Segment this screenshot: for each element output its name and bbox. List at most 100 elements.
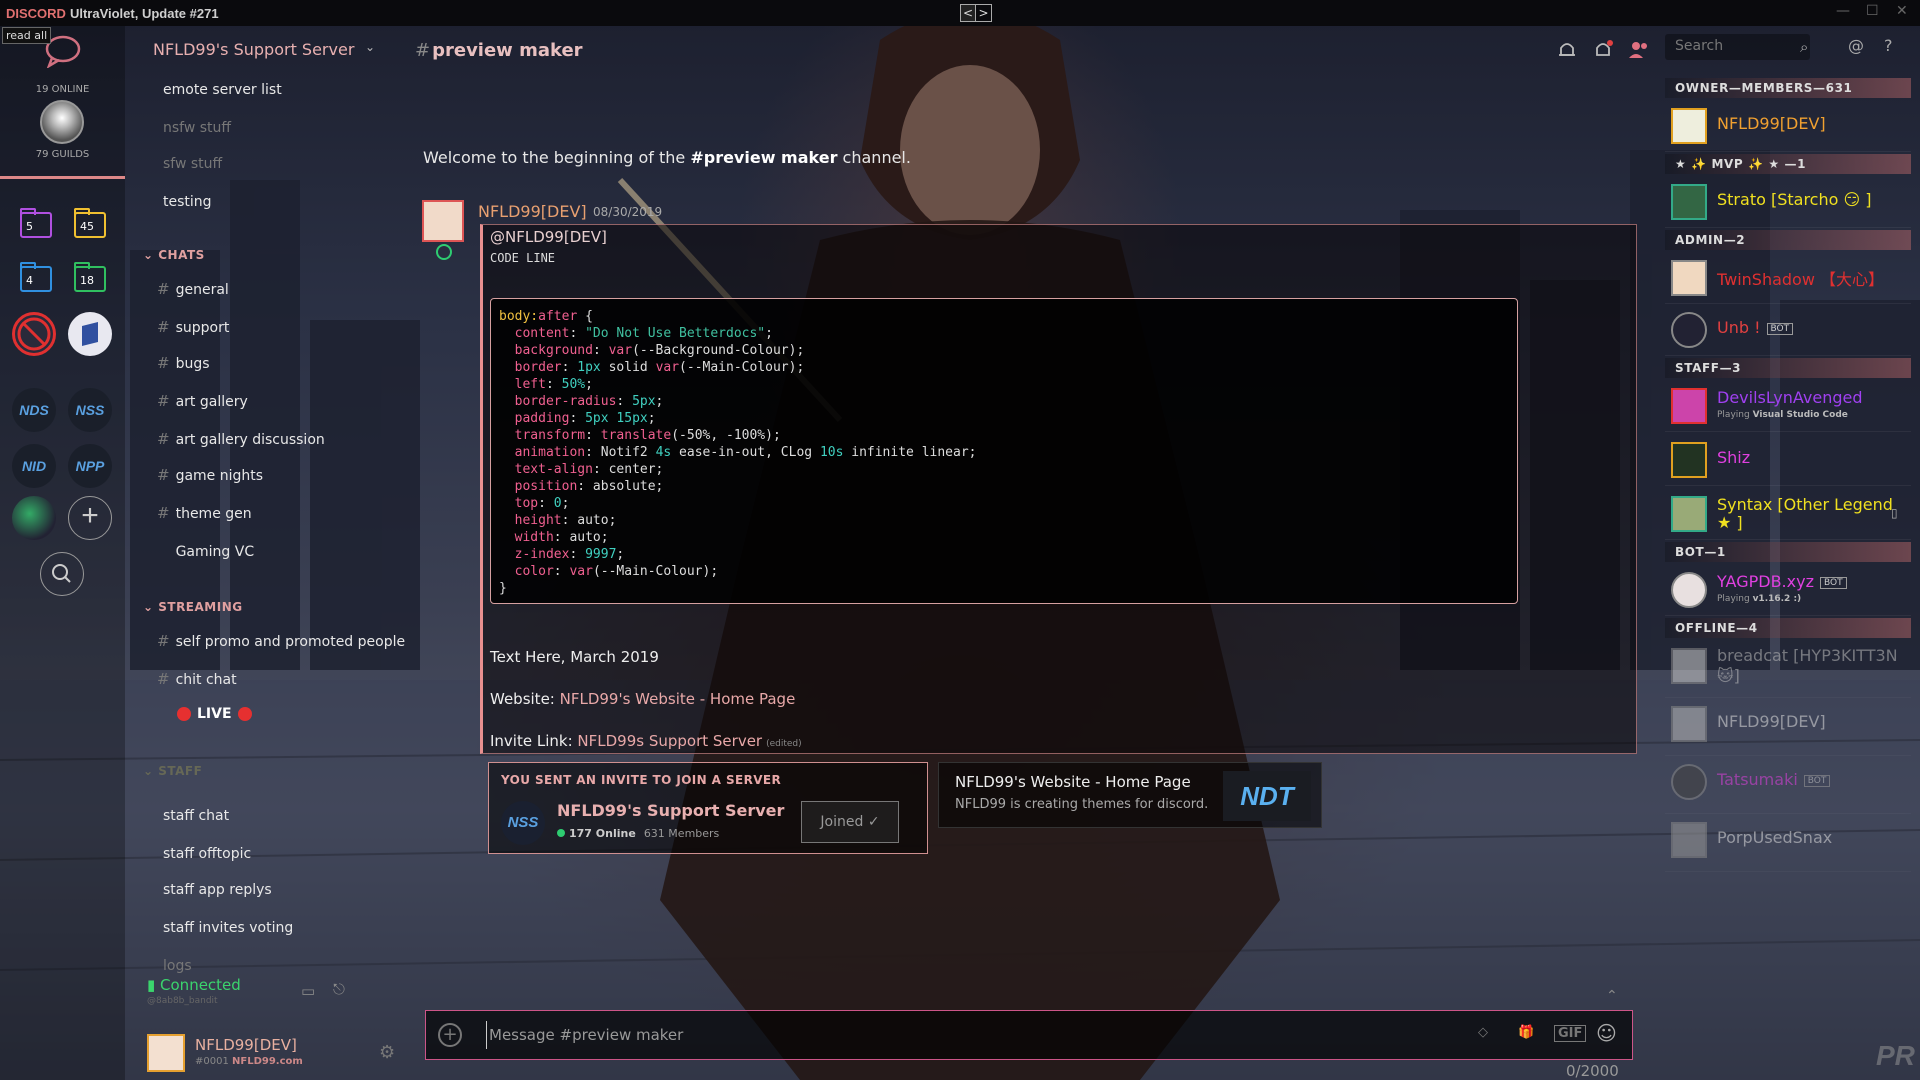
channel-logs[interactable]: logs (157, 956, 192, 974)
add-server-button[interactable]: + (68, 496, 112, 540)
devtools-toggle-button[interactable]: < > (960, 4, 992, 22)
invite-link[interactable]: NFLD99s Support Server (577, 732, 762, 750)
search-input[interactable]: Search (1665, 34, 1810, 60)
guild-folder-purple[interactable]: 5 (20, 208, 52, 238)
guild-icon-globe[interactable] (12, 496, 56, 540)
channel-staff-chat[interactable]: staff chat (157, 806, 229, 824)
member-category-admin: ADMIN—2 (1665, 230, 1911, 250)
category-streaming[interactable]: ⌄ STREAMING (143, 600, 243, 614)
joined-button[interactable]: Joined ✓ (801, 801, 899, 843)
channel-chit-chat[interactable]: # chit chat (157, 670, 237, 688)
guild-icon-nid[interactable]: NID (12, 444, 56, 488)
channel-staff-invites-voting[interactable]: staff invites voting (157, 918, 293, 936)
member-category-offline: OFFLINE—4 (1665, 618, 1911, 638)
member-avatar (1671, 108, 1707, 144)
mentions-icon[interactable] (1591, 38, 1615, 62)
channel-art-gallery-discussion[interactable]: # art gallery discussion (157, 430, 325, 448)
member-admin[interactable]: TwinShadow 【大心】 (1665, 252, 1911, 304)
embed-description: NFLD99 is creating themes for discord. (955, 797, 1209, 812)
inline-code: CODE LINE (490, 251, 556, 265)
gif-button[interactable]: GIF (1554, 1025, 1587, 1042)
member-offline-bot[interactable]: Tatsumaki BOT (1665, 756, 1911, 814)
close-icon[interactable]: ✕ (1896, 3, 1908, 19)
guild-icon-nss[interactable]: NSS (68, 388, 112, 432)
sticker-icon[interactable]: ◇ (1478, 1025, 1488, 1040)
live-dot-icon (237, 707, 252, 721)
voice-channel-gaming-vc[interactable]: #Gaming VC (157, 542, 255, 560)
category-staff[interactable]: ⌄ STAFF (143, 764, 202, 778)
channel-emote-server-list[interactable]: emote server list (157, 80, 282, 98)
member-staff[interactable]: Syntax [Other Legend ★ ] ▯ (1665, 488, 1911, 540)
guild-icon-npp[interactable]: NPP (68, 444, 112, 488)
website-link[interactable]: NFLD99's Website - Home Page (560, 690, 796, 708)
channel-sfw-stuff[interactable]: sfw stuff (157, 154, 222, 172)
guild-icon-nds[interactable]: NDS (12, 388, 56, 432)
live-indicator[interactable]: LIVE (177, 706, 252, 722)
gift-icon[interactable]: 🎁 (1518, 1025, 1534, 1040)
notification-bell-icon[interactable] (1555, 38, 1579, 62)
server-name-header[interactable]: NFLD99's Support Server ⌄ (153, 40, 375, 59)
chevron-up-icon[interactable]: ⌃ (1606, 988, 1618, 1004)
member-name: TwinShadow 【大心】 (1717, 270, 1885, 289)
upload-plus-icon[interactable]: + (438, 1023, 462, 1047)
guild-folder-green[interactable]: 18 (74, 262, 106, 292)
server-discovery-button[interactable] (40, 552, 84, 596)
read-all-button[interactable]: read all (2, 27, 52, 44)
disconnect-icon[interactable]: ⎋ (333, 980, 345, 998)
embed-title[interactable]: NFLD99's Website - Home Page (955, 773, 1191, 791)
member-avatar (1671, 442, 1707, 478)
member-list-icon[interactable] (1627, 38, 1651, 62)
member-avatar (1671, 706, 1707, 742)
watermark-logo: PR (1876, 1040, 1915, 1071)
guild-icon-3d[interactable] (68, 312, 112, 356)
at-icon[interactable]: @ (1848, 36, 1864, 55)
message-author-name[interactable]: NFLD99[DEV] (478, 202, 587, 221)
user-avatar[interactable] (40, 100, 84, 144)
channel-general[interactable]: # general (157, 280, 229, 298)
link-embed: NFLD99's Website - Home Page NFLD99 is c… (938, 762, 1322, 828)
channel-staff-offtopic[interactable]: staff offtopic (157, 844, 251, 862)
member-admin-bot[interactable]: Unb ! BOT (1665, 304, 1911, 356)
message-composer: + ◇ 🎁 GIF ☺ (425, 1010, 1633, 1060)
member-offline[interactable]: breadcat [HYP3KITT3N 🐱] (1665, 640, 1911, 698)
channel-nsfw-stuff[interactable]: nsfw stuff (157, 118, 231, 136)
message-author-avatar[interactable] (422, 200, 464, 242)
message-mention[interactable]: @NFLD99[DEV] (490, 228, 607, 246)
member-offline[interactable]: NFLD99[DEV] (1665, 698, 1911, 756)
channel-testing[interactable]: testing (157, 192, 212, 210)
emoji-icon[interactable]: ☺ (1596, 1021, 1617, 1045)
channel-bugs[interactable]: # bugs (157, 354, 210, 372)
message-input[interactable] (486, 1021, 1386, 1049)
settings-gear-icon[interactable]: ⚙ (379, 1042, 395, 1063)
guild-folder-blue[interactable]: 4 (20, 262, 52, 292)
member-staff[interactable]: Shiz (1665, 434, 1911, 486)
guild-count: 79 GUILDS (35, 149, 90, 160)
guild-icon-blocked[interactable] (12, 312, 56, 356)
channel-game-nights[interactable]: # game nights (157, 466, 263, 484)
channel-self-promo[interactable]: # self promo and promoted people (157, 632, 405, 650)
member-bot[interactable]: YAGPDB.xyz BOT Playing v1.16.2 :) (1665, 564, 1911, 616)
member-offline[interactable]: PorpUsedSnax (1665, 814, 1911, 872)
member-category-staff: STAFF—3 (1665, 358, 1911, 378)
channel-staff-app-replys[interactable]: staff app replys (157, 880, 272, 898)
member-staff[interactable]: DevilsLynAvenged Playing Visual Studio C… (1665, 380, 1911, 432)
screen-share-icon[interactable]: ▭ (301, 982, 315, 1000)
guild-folder-yellow[interactable]: 45 (74, 208, 106, 238)
channel-support[interactable]: # support (157, 318, 229, 336)
channel-theme-gen[interactable]: # theme gen (157, 504, 252, 522)
channel-sidebar: NFLD99's Support Server ⌄ emote server li… (125, 26, 415, 1080)
minimize-icon[interactable]: — (1836, 3, 1850, 19)
chevron-down-icon: ⌄ (365, 40, 376, 54)
member-avatar (1671, 184, 1707, 220)
member-owner[interactable]: NFLD99[DEV] (1665, 100, 1911, 152)
embed-logo: NDT (1223, 771, 1311, 821)
member-mvp[interactable]: Strato [Starcho 😏 ] (1665, 176, 1911, 228)
help-icon[interactable]: ? (1884, 36, 1893, 55)
channel-art-gallery[interactable]: # art gallery (157, 392, 248, 410)
category-chats[interactable]: ⌄ CHATS (143, 248, 205, 262)
user-panel-avatar[interactable] (147, 1034, 185, 1072)
search-icon (52, 564, 71, 583)
voice-connected-status[interactable]: ▮ Connected (147, 976, 241, 994)
member-avatar (1671, 648, 1707, 684)
maximize-icon[interactable]: ☐ (1866, 3, 1879, 19)
